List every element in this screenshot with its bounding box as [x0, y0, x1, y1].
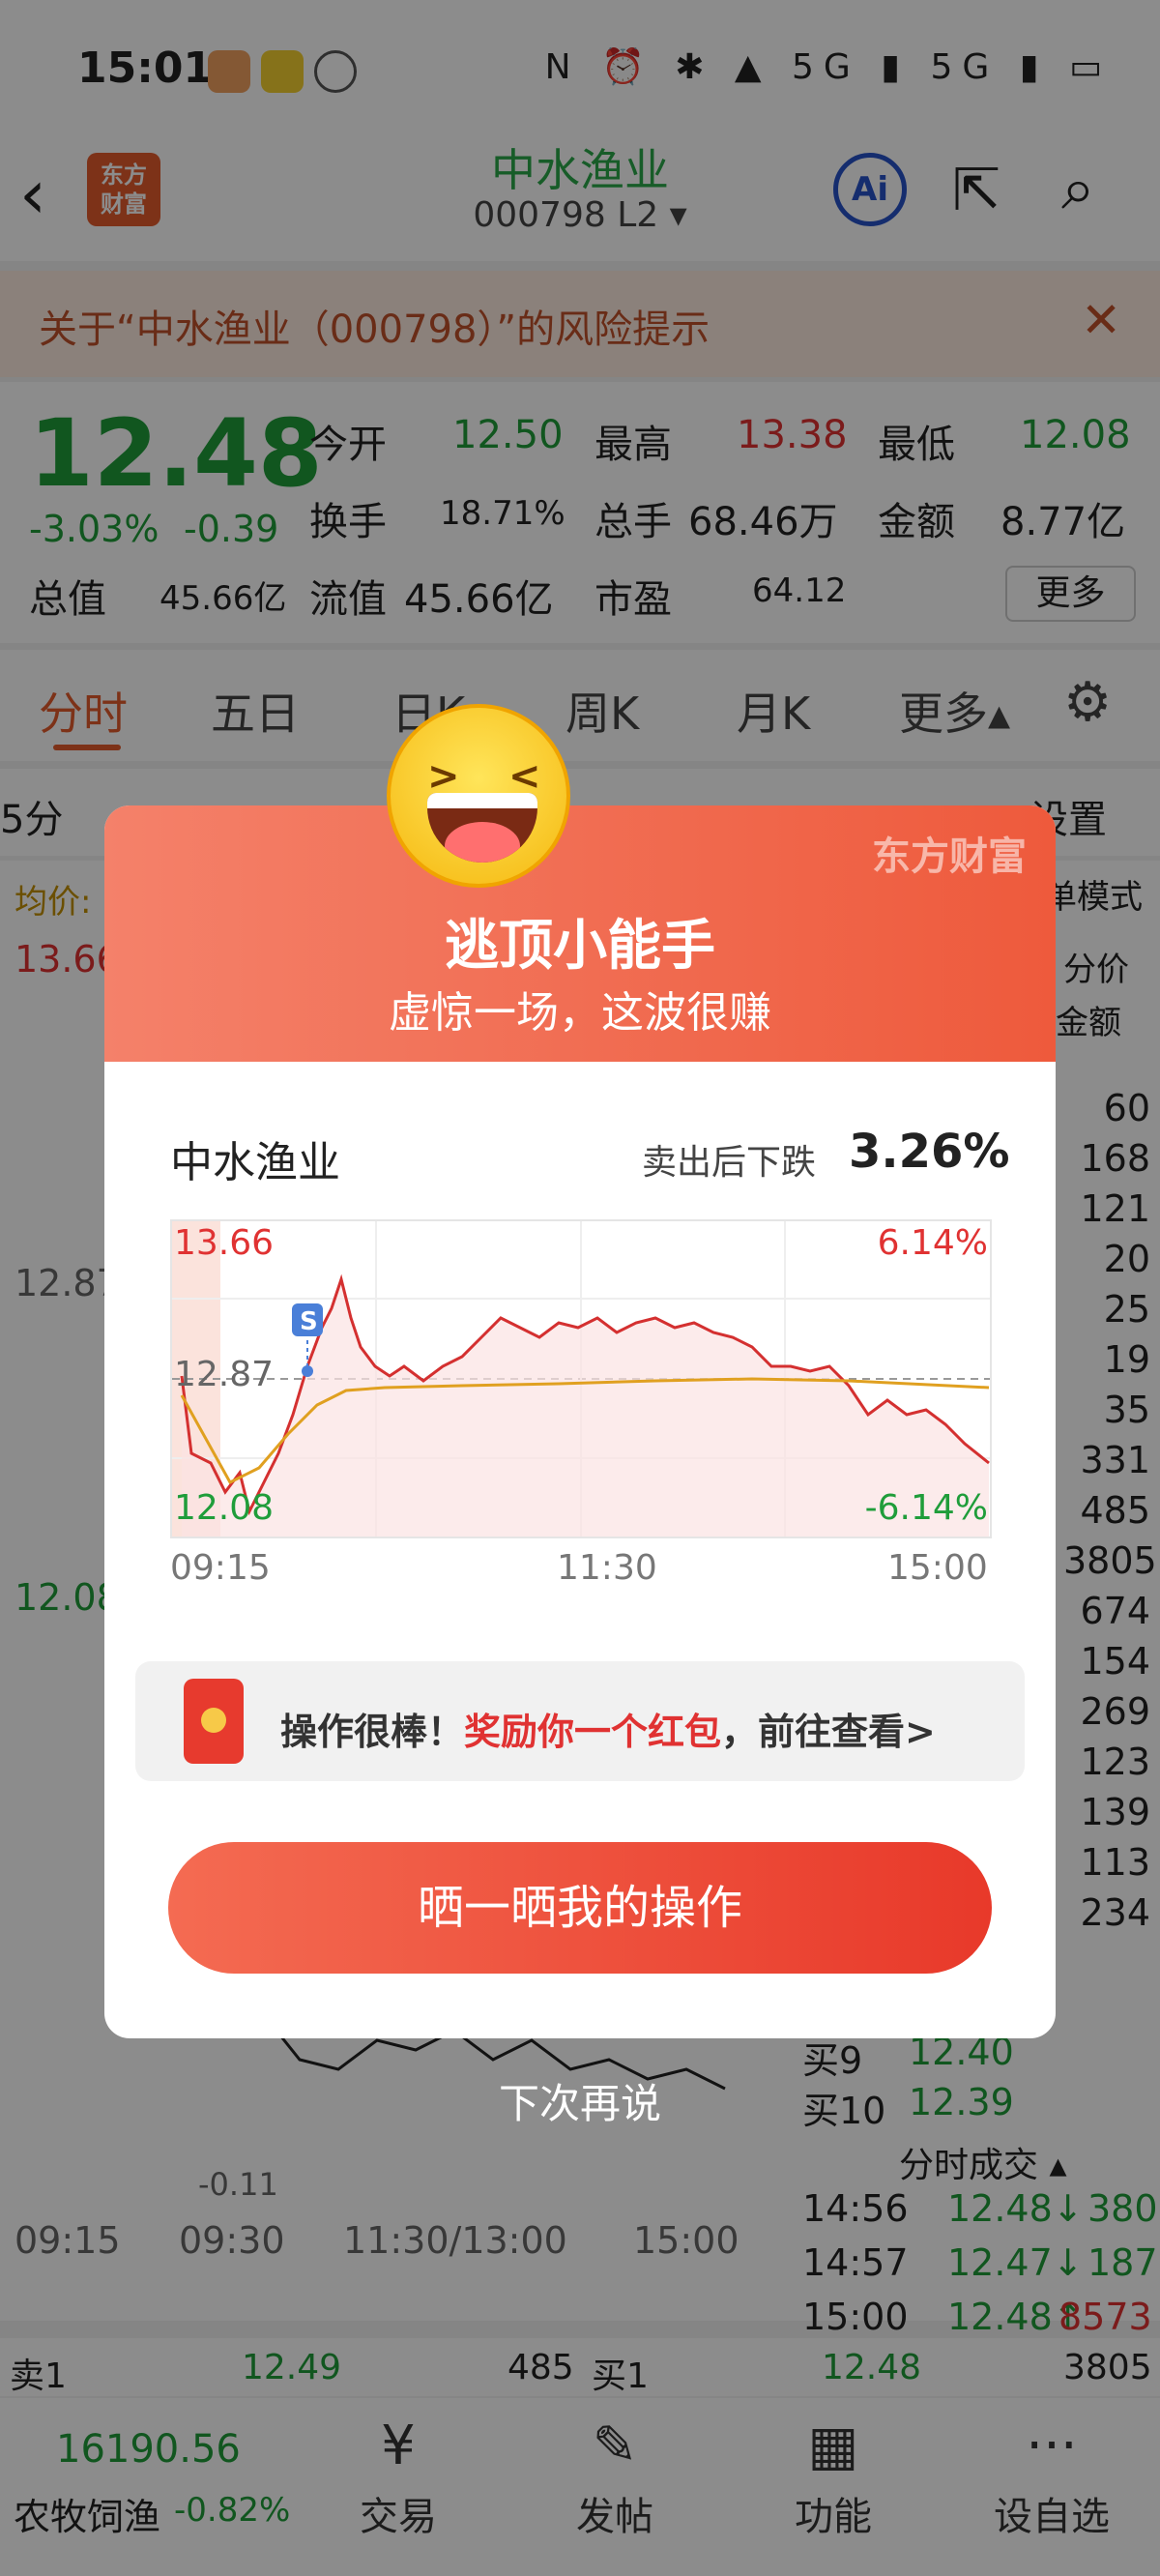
modal-subtitle: 虚惊一场，这波很赚: [389, 988, 771, 1038]
drop-after-sell-label: 卖出后下跌: [642, 1143, 817, 1183]
mini-low-price: 12.08: [174, 1488, 275, 1528]
drop-after-sell-value: 3.26%: [849, 1125, 1010, 1179]
sell-point-marker: [302, 1365, 313, 1377]
modal-stock-name: 中水渔业: [170, 1138, 340, 1187]
red-envelope-icon: [184, 1679, 244, 1764]
achievement-modal: 东方财富 逃顶小能手 虚惊一场，这波很赚 中水渔业 卖出后下跌 3.26% S …: [104, 805, 1056, 2038]
share-operation-button[interactable]: 晒一晒我的操作: [168, 1842, 992, 1974]
mini-intraday-chart: S 13.66 12.87 12.08 6.14% -6.14%: [170, 1219, 992, 1538]
laughing-emoji-icon: > <: [387, 704, 570, 888]
modal-header: 东方财富 逃顶小能手 虚惊一场，这波很赚: [104, 805, 1056, 1062]
mini-top-price: 13.66: [174, 1223, 275, 1263]
mini-x-tick: 09:15: [170, 1548, 271, 1588]
mini-top-pct: 6.14%: [877, 1223, 988, 1263]
sell-marker-text: S: [300, 1307, 318, 1336]
modal-title: 逃顶小能手: [445, 915, 715, 978]
reward-text[interactable]: 操作很棒！奖励你一个红包，前往查看>: [280, 1702, 936, 1755]
mini-mid-price: 12.87: [174, 1355, 275, 1394]
mini-x-tick: 15:00: [887, 1548, 988, 1588]
red-packet-reward-banner[interactable]: 操作很棒！奖励你一个红包，前往查看>: [135, 1661, 1025, 1781]
maybe-later-link[interactable]: 下次再说: [0, 2071, 1160, 2130]
brand-watermark: 东方财富: [872, 834, 1027, 879]
mini-low-pct: -6.14%: [864, 1488, 988, 1528]
mini-x-tick: 11:30: [557, 1548, 657, 1588]
